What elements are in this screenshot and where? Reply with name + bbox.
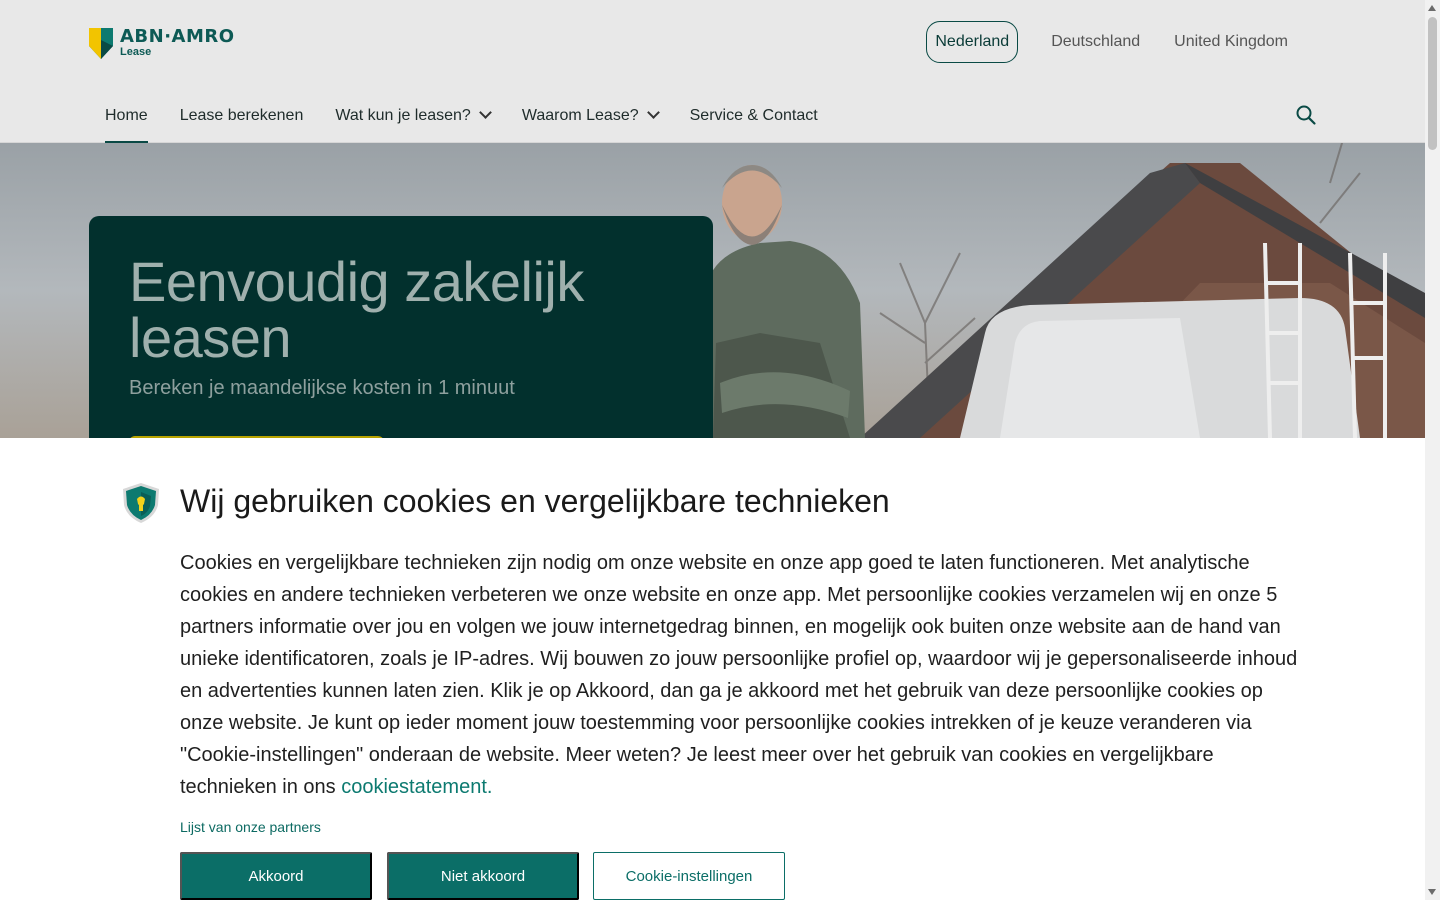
logo-brand-name: ABN·AMRO bbox=[120, 26, 235, 47]
cookie-settings-button[interactable]: Cookie-instellingen bbox=[593, 852, 785, 900]
search-icon[interactable] bbox=[1295, 104, 1317, 126]
nav-item-lease-berekenen[interactable]: Lease berekenen bbox=[164, 88, 320, 143]
country-deutschland[interactable]: Deutschland bbox=[1034, 21, 1157, 63]
shield-icon bbox=[123, 483, 159, 523]
nav-item-waarom-lease[interactable]: Waarom Lease? bbox=[506, 88, 674, 143]
hero-title: Eenvoudig zakelijk leasen bbox=[129, 250, 584, 369]
cookie-banner-text: Cookies en vergelijkbare technieken zijn… bbox=[180, 547, 1310, 803]
logo-sub-name: Lease bbox=[120, 46, 152, 58]
country-switcher: Nederland Deutschland United Kingdom bbox=[926, 21, 1305, 63]
accept-cookies-button[interactable]: Akkoord bbox=[180, 852, 372, 900]
nav-item-label: Home bbox=[105, 107, 148, 124]
nav-item-wat-kun-je-leasen[interactable]: Wat kun je leasen? bbox=[319, 88, 505, 143]
page-scrollbar[interactable] bbox=[1425, 0, 1440, 900]
cookie-consent-banner: Wij gebruiken cookies en vergelijkbare t… bbox=[0, 438, 1425, 900]
chevron-down-icon bbox=[478, 106, 492, 119]
hero-card: Eenvoudig zakelijk leasen Bereken je maa… bbox=[89, 216, 713, 438]
scroll-down-arrow-icon[interactable] bbox=[1428, 889, 1436, 895]
country-nederland[interactable]: Nederland bbox=[926, 21, 1019, 63]
scrollbar-thumb[interactable] bbox=[1428, 17, 1437, 150]
chevron-down-icon bbox=[646, 106, 660, 119]
nav-item-label: Lease berekenen bbox=[179, 107, 304, 124]
cookie-body-text: Cookies en vergelijkbare technieken zijn… bbox=[180, 552, 1298, 798]
nav-item-label: Wat kun je leasen? bbox=[335, 107, 471, 124]
abn-amro-shield-logo-icon bbox=[89, 28, 113, 59]
nav-item-label: Service & Contact bbox=[689, 107, 818, 124]
hero-section: Eenvoudig zakelijk leasen Bereken je maa… bbox=[0, 143, 1425, 438]
nav-item-service-contact[interactable]: Service & Contact bbox=[674, 88, 834, 143]
nav-item-home[interactable]: Home bbox=[89, 88, 164, 143]
main-navigation: Home Lease berekenen Wat kun je leasen? … bbox=[89, 88, 834, 143]
hero-subtitle: Bereken je maandelijkse kosten in 1 minu… bbox=[129, 377, 515, 399]
site-header: ABN·AMRO Lease Nederland Deutschland Uni… bbox=[0, 0, 1425, 143]
cookie-banner-title: Wij gebruiken cookies en vergelijkbare t… bbox=[180, 483, 890, 519]
scroll-up-arrow-icon[interactable] bbox=[1428, 5, 1436, 11]
partners-list-link[interactable]: Lijst van onze partners bbox=[180, 819, 321, 835]
nav-item-label: Waarom Lease? bbox=[521, 107, 639, 124]
cookiestatement-link[interactable]: cookiestatement. bbox=[341, 776, 492, 798]
abn-amro-lease-logo[interactable]: ABN·AMRO Lease bbox=[89, 28, 235, 59]
decline-cookies-button[interactable]: Niet akkoord bbox=[387, 852, 579, 900]
country-united-kingdom[interactable]: United Kingdom bbox=[1157, 21, 1305, 63]
